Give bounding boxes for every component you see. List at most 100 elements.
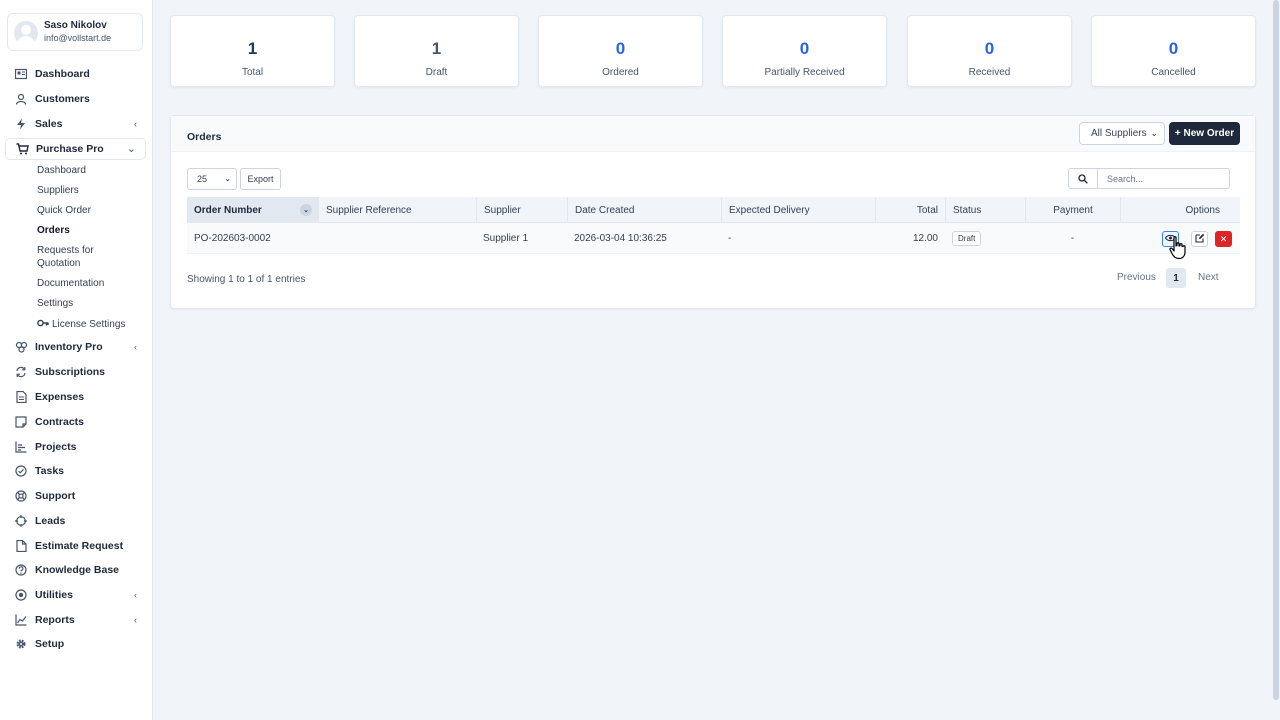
sidebar-item-customers[interactable]: Customers (5, 88, 146, 110)
sidebar-item-contracts[interactable]: Contracts (5, 411, 146, 433)
page-length-select[interactable]: 25 ⌄ (187, 168, 237, 190)
circle-dot-icon (14, 588, 28, 602)
col-status[interactable]: Status (945, 197, 1025, 223)
page-scrollbar[interactable] (1272, 0, 1280, 720)
document-icon (14, 390, 28, 404)
sidebar-item-projects[interactable]: Projects (5, 436, 146, 458)
sidebar-item-expenses[interactable]: Expenses (5, 386, 146, 408)
chevron-left-icon: ‹ (134, 119, 137, 129)
sidebar-item-label: Projects (35, 441, 77, 453)
gear-icon (14, 637, 28, 651)
stat-label: Draft (425, 67, 448, 78)
chevron-down-icon: ⌄ (224, 174, 231, 183)
line-chart-icon (14, 613, 28, 627)
question-icon (14, 563, 28, 577)
submenu-documentation[interactable]: Documentation (37, 278, 104, 289)
table-header: Order Number ⌄ Supplier Reference Suppli… (187, 197, 1240, 223)
sidebar-item-label: Reports (35, 614, 75, 626)
sidebar-item-label: Leads (35, 515, 66, 527)
hand-cursor-icon (1169, 236, 1187, 260)
pagination-page-1[interactable]: 1 (1166, 268, 1186, 288)
cell-supplier-reference (318, 223, 476, 254)
chart-icon (14, 440, 28, 454)
delete-button[interactable]: ✕ (1215, 231, 1232, 247)
sidebar-item-support[interactable]: Support (5, 485, 146, 507)
col-expected-delivery[interactable]: Expected Delivery (721, 197, 875, 223)
col-payment[interactable]: Payment (1025, 197, 1120, 223)
sidebar-item-reports[interactable]: Reports ‹ (5, 609, 146, 631)
sidebar-item-estimate-request[interactable]: Estimate Request (5, 535, 146, 557)
sidebar-item-purchase-pro[interactable]: Purchase Pro ⌄ (5, 138, 146, 160)
submenu-quick-order[interactable]: Quick Order (37, 205, 91, 216)
col-supplier[interactable]: Supplier (476, 197, 567, 223)
sidebar-item-label: Customers (35, 93, 90, 105)
submenu-requests-for-quotation[interactable]: Requests for (37, 245, 94, 256)
sidebar-item-label: Tasks (35, 465, 64, 477)
stat-label: Ordered (602, 67, 639, 78)
supplier-filter-value: All Suppliers (1091, 128, 1147, 139)
sidebar-item-label: Contracts (35, 416, 85, 428)
cell-order-number[interactable]: PO-202603-0002 (187, 223, 318, 254)
sidebar-item-leads[interactable]: Leads (5, 510, 146, 532)
cell-supplier: Supplier 1 (483, 233, 529, 244)
chevron-left-icon: ‹ (134, 615, 137, 625)
col-options: Options (1120, 197, 1240, 223)
submenu-label: License Settings (52, 319, 126, 330)
supplier-filter-select[interactable]: All Suppliers ⌄ (1079, 122, 1165, 145)
stat-label: Total (241, 67, 264, 78)
sidebar-item-label: Setup (35, 638, 65, 650)
sidebar-item-label: Estimate Request (35, 540, 124, 552)
new-order-button[interactable]: + New Order (1169, 122, 1240, 145)
sidebar-item-sales[interactable]: Sales ‹ (5, 113, 146, 135)
status-badge: Draft (952, 231, 982, 246)
submenu-settings[interactable]: Settings (37, 298, 73, 309)
submenu-dashboard[interactable]: Dashboard (37, 165, 86, 176)
edit-button[interactable] (1191, 231, 1208, 247)
stat-value: 0 (984, 39, 995, 58)
scrollbar-thumb[interactable] (1273, 0, 1279, 700)
submenu-suppliers[interactable]: Suppliers (37, 185, 79, 196)
export-button[interactable]: Export (240, 168, 281, 190)
col-order-number[interactable]: Order Number ⌄ (187, 197, 318, 223)
submenu-orders[interactable]: Orders (37, 225, 70, 236)
stat-card-total: 1 Total (170, 15, 335, 87)
boxes-icon (14, 340, 28, 354)
sidebar-item-setup[interactable]: Setup (5, 633, 146, 655)
orders-panel: Orders All Suppliers ⌄ + New Order 25 ⌄ … (170, 115, 1256, 309)
cell-date-created: 2026-03-04 10:36:25 (574, 233, 667, 244)
sidebar-item-label: Sales (35, 118, 63, 130)
sidebar-item-label: Dashboard (35, 68, 90, 80)
sidebar-item-label: Utilities (35, 589, 73, 601)
column-label: Order Number (194, 204, 262, 216)
user-email: info@vollstart.de (44, 33, 112, 43)
stat-value: 0 (799, 39, 810, 58)
search-input[interactable] (1097, 168, 1230, 189)
submenu-requests-for-quotation-line2[interactable]: Quotation (37, 258, 80, 269)
submenu-license-settings[interactable]: License Settings (37, 318, 125, 331)
check-circle-icon (14, 464, 28, 478)
user-card[interactable]: Saso Nikolov info@vollstart.de (7, 13, 143, 51)
chevron-left-icon: ‹ (134, 590, 137, 600)
col-supplier-reference[interactable]: Supplier Reference (318, 197, 476, 223)
sidebar: Saso Nikolov info@vollstart.de Dashboard… (0, 0, 153, 720)
cell-total: 12.00 (912, 233, 938, 244)
stat-card-cancelled: 0 Cancelled (1091, 15, 1256, 87)
stat-value: 0 (1168, 39, 1179, 58)
contract-icon (14, 415, 28, 429)
sidebar-item-subscriptions[interactable]: Subscriptions (5, 361, 146, 383)
col-total[interactable]: Total (875, 197, 945, 223)
orders-panel-header: Orders All Suppliers ⌄ + New Order (171, 116, 1255, 152)
sidebar-item-utilities[interactable]: Utilities ‹ (5, 584, 146, 606)
sidebar-item-knowledge-base[interactable]: Knowledge Base (5, 559, 146, 581)
pagination-next[interactable]: Next (1198, 272, 1219, 283)
sidebar-item-tasks[interactable]: Tasks (5, 460, 146, 482)
sidebar-item-inventory-pro[interactable]: Inventory Pro ‹ (5, 336, 146, 358)
search-icon[interactable] (1068, 168, 1098, 189)
pagination-previous[interactable]: Previous (1117, 272, 1156, 283)
cell-status: Draft (945, 223, 1025, 254)
chevron-down-icon: ⌄ (1150, 128, 1158, 138)
sidebar-item-dashboard[interactable]: Dashboard (5, 63, 146, 85)
stat-value: 0 (615, 39, 626, 58)
col-date-created[interactable]: Date Created (567, 197, 721, 223)
sidebar-item-label: Expenses (35, 391, 85, 403)
